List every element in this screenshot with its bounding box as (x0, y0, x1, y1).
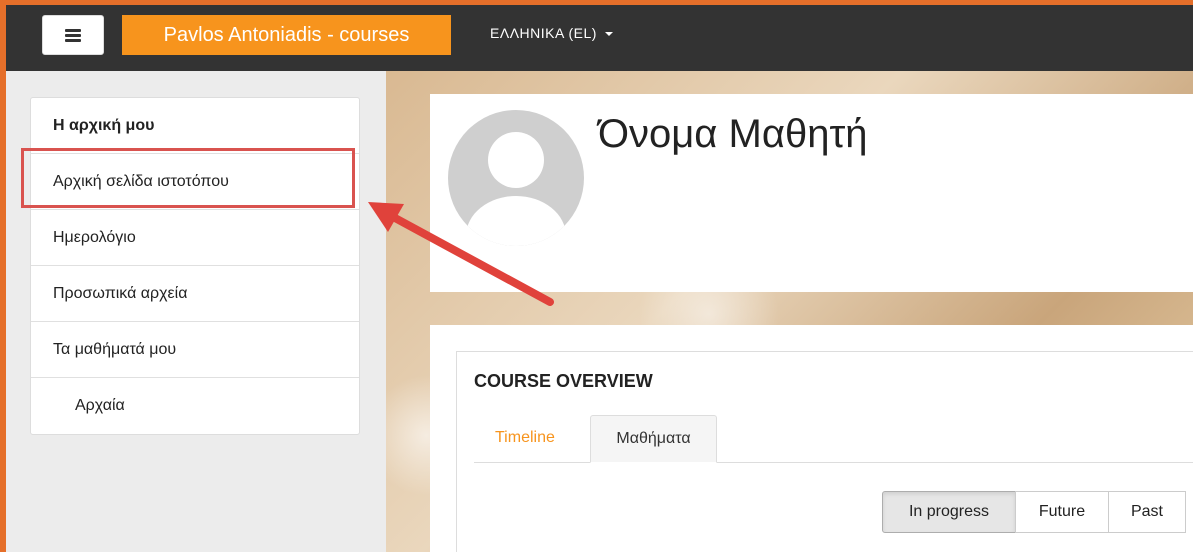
annotation-arrow (368, 202, 554, 306)
